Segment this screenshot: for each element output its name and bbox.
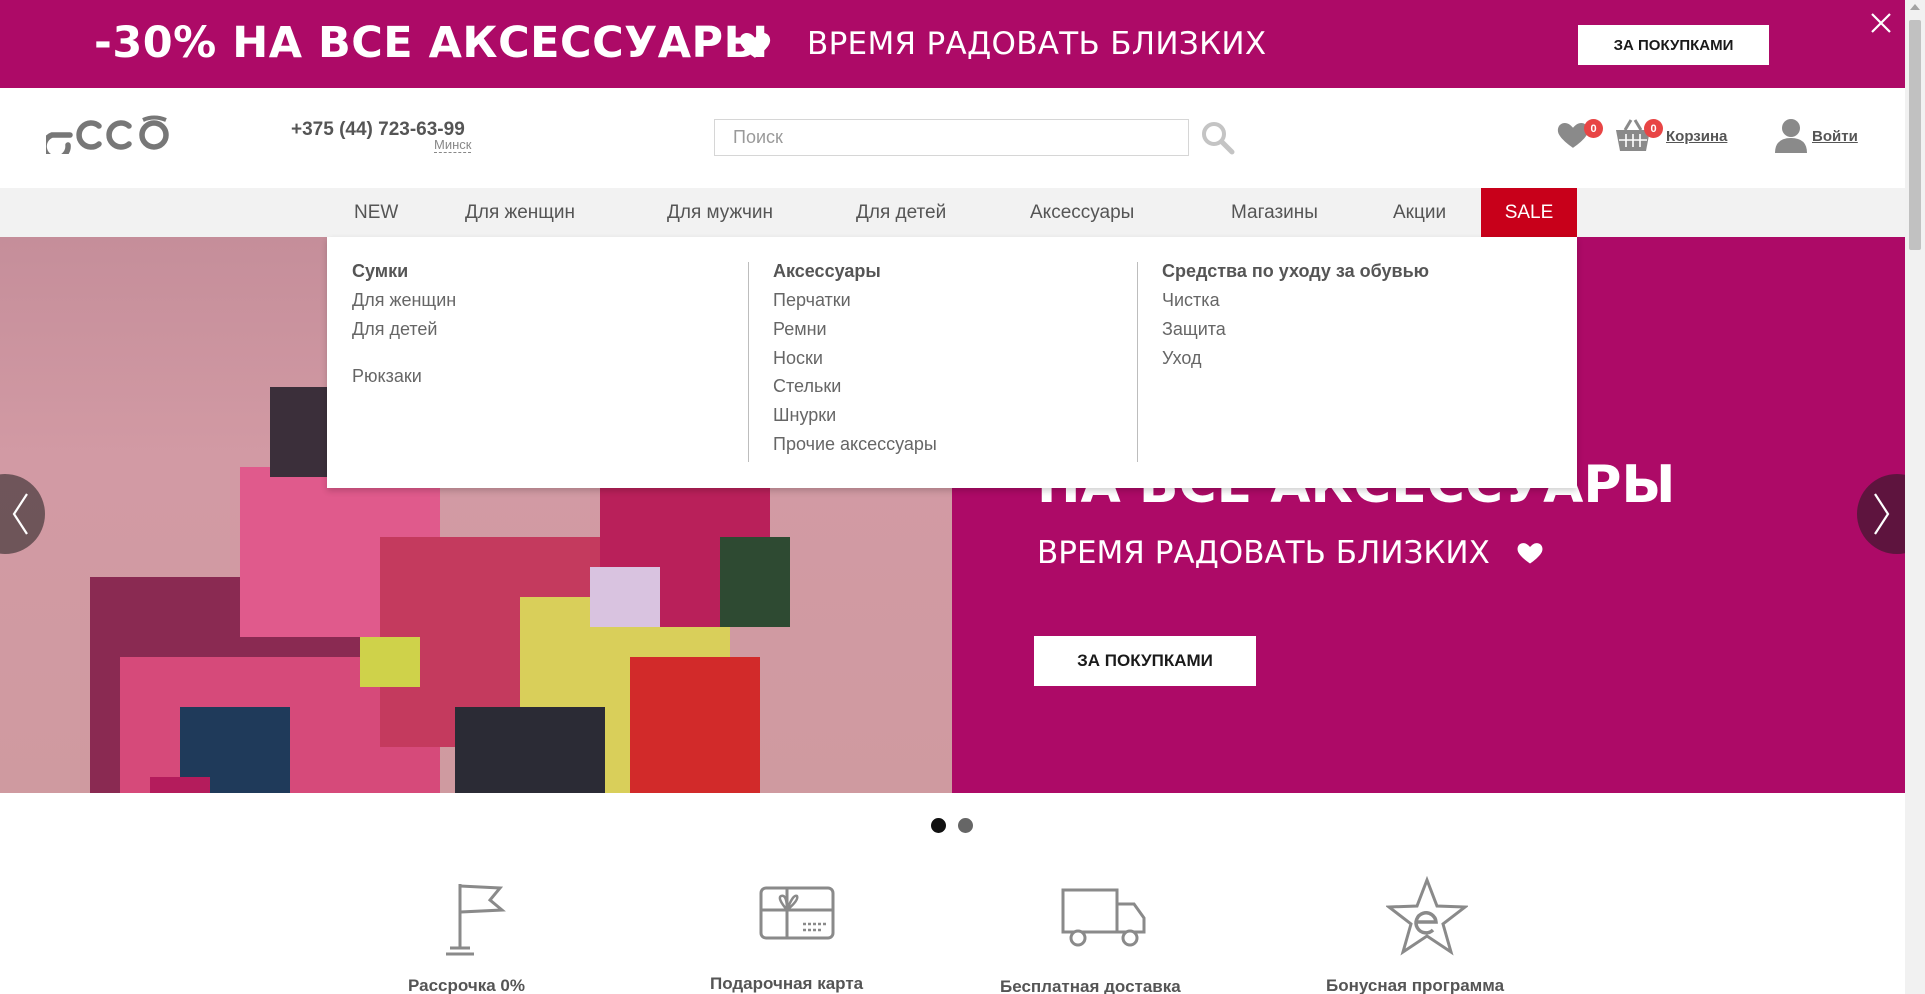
nav-item-men[interactable]: Для мужчин bbox=[667, 188, 773, 237]
cart-count-badge: 0 bbox=[1644, 119, 1663, 138]
promo-subline: ВРЕМЯ РАДОВАТЬ БЛИЗКИХ bbox=[807, 26, 1267, 62]
menu-link-protection[interactable]: Защита bbox=[1162, 319, 1226, 340]
menu-link-laces[interactable]: Шнурки bbox=[773, 405, 836, 426]
cart-link[interactable]: Корзина bbox=[1666, 128, 1727, 145]
feature-label-free-delivery[interactable]: Бесплатная доставка bbox=[1000, 977, 1181, 994]
hero-subtitle: ВРЕМЯ РАДОВАТЬ БЛИЗКИХ bbox=[1037, 535, 1490, 571]
search-icon[interactable] bbox=[1200, 120, 1236, 156]
accessories-mega-menu: Сумки Для женщин Для детей Рюкзаки Аксес… bbox=[327, 237, 1577, 488]
wishlist-count-badge: 0 bbox=[1584, 119, 1603, 138]
nav-item-stores[interactable]: Магазины bbox=[1231, 188, 1318, 237]
hero-shop-button[interactable]: ЗА ПОКУПКАМИ bbox=[1034, 636, 1256, 686]
page-scrollbar[interactable] bbox=[1905, 0, 1925, 994]
login-link[interactable]: Войти bbox=[1812, 128, 1858, 145]
promo-headline: -30% НА ВСЕ АКСЕССУАРЫ bbox=[94, 18, 769, 68]
feature-label-installment[interactable]: Рассрочка 0% bbox=[408, 976, 525, 994]
feature-label-gift-card[interactable]: Подарочная карта bbox=[710, 974, 863, 994]
close-icon[interactable] bbox=[1866, 8, 1896, 38]
menu-divider bbox=[748, 262, 749, 462]
menu-link-backpacks[interactable]: Рюкзаки bbox=[352, 366, 422, 387]
scrollbar-thumb[interactable] bbox=[1909, 20, 1921, 250]
menu-link-bags-kids[interactable]: Для детей bbox=[352, 319, 437, 340]
feature-label-bonus-program[interactable]: Бонусная программа bbox=[1326, 976, 1504, 994]
menu-link-bags-women[interactable]: Для женщин bbox=[352, 290, 456, 311]
ecco-logo[interactable] bbox=[46, 114, 174, 154]
carousel-dot-2[interactable] bbox=[958, 818, 973, 833]
user-icon[interactable] bbox=[1773, 117, 1809, 153]
search-input[interactable] bbox=[714, 119, 1189, 156]
main-nav: NEW Для женщин Для мужчин Для детей Аксе… bbox=[0, 188, 1905, 237]
nav-item-kids[interactable]: Для детей bbox=[856, 188, 946, 237]
chevron-left-icon bbox=[12, 493, 28, 535]
site-header: +375 (44) 723-63-99 Минск 0 0 Корзина Во… bbox=[0, 88, 1905, 188]
nav-item-women[interactable]: Для женщин bbox=[465, 188, 575, 237]
menu-link-cleaning[interactable]: Чистка bbox=[1162, 290, 1220, 311]
nav-item-sale[interactable]: SALE bbox=[1481, 188, 1577, 237]
menu-link-gloves[interactable]: Перчатки bbox=[773, 290, 851, 311]
heart-icon bbox=[1517, 543, 1543, 564]
menu-link-other-accessories[interactable]: Прочие аксессуары bbox=[773, 434, 937, 455]
chevron-right-icon bbox=[1874, 493, 1890, 535]
promo-shop-button[interactable]: ЗА ПОКУПКАМИ bbox=[1578, 25, 1769, 65]
menu-link-insoles[interactable]: Стельки bbox=[773, 376, 841, 397]
truck-icon bbox=[1061, 888, 1146, 947]
menu-heading-shoe-care[interactable]: Средства по уходу за обувью bbox=[1162, 261, 1429, 282]
flag-icon bbox=[446, 884, 506, 956]
menu-link-belts[interactable]: Ремни bbox=[773, 319, 827, 340]
nav-item-promotions[interactable]: Акции bbox=[1393, 188, 1446, 237]
menu-link-socks[interactable]: Носки bbox=[773, 348, 823, 369]
scroll-up-arrow[interactable] bbox=[1910, 4, 1920, 10]
menu-heading-accessories[interactable]: Аксессуары bbox=[773, 261, 881, 282]
menu-link-care[interactable]: Уход bbox=[1162, 348, 1202, 369]
heart-icon bbox=[739, 32, 771, 58]
gift-card-icon bbox=[759, 886, 835, 940]
carousel-dot-1[interactable] bbox=[931, 818, 946, 833]
nav-item-accessories[interactable]: Аксессуары bbox=[1030, 188, 1134, 237]
menu-divider bbox=[1137, 262, 1138, 462]
menu-heading-bags[interactable]: Сумки bbox=[352, 261, 408, 282]
star-icon bbox=[1386, 876, 1468, 956]
nav-item-new[interactable]: NEW bbox=[354, 188, 398, 237]
city-selector[interactable]: Минск bbox=[434, 138, 472, 153]
promo-banner: -30% НА ВСЕ АКСЕССУАРЫ ВРЕМЯ РАДОВАТЬ БЛ… bbox=[0, 0, 1905, 88]
